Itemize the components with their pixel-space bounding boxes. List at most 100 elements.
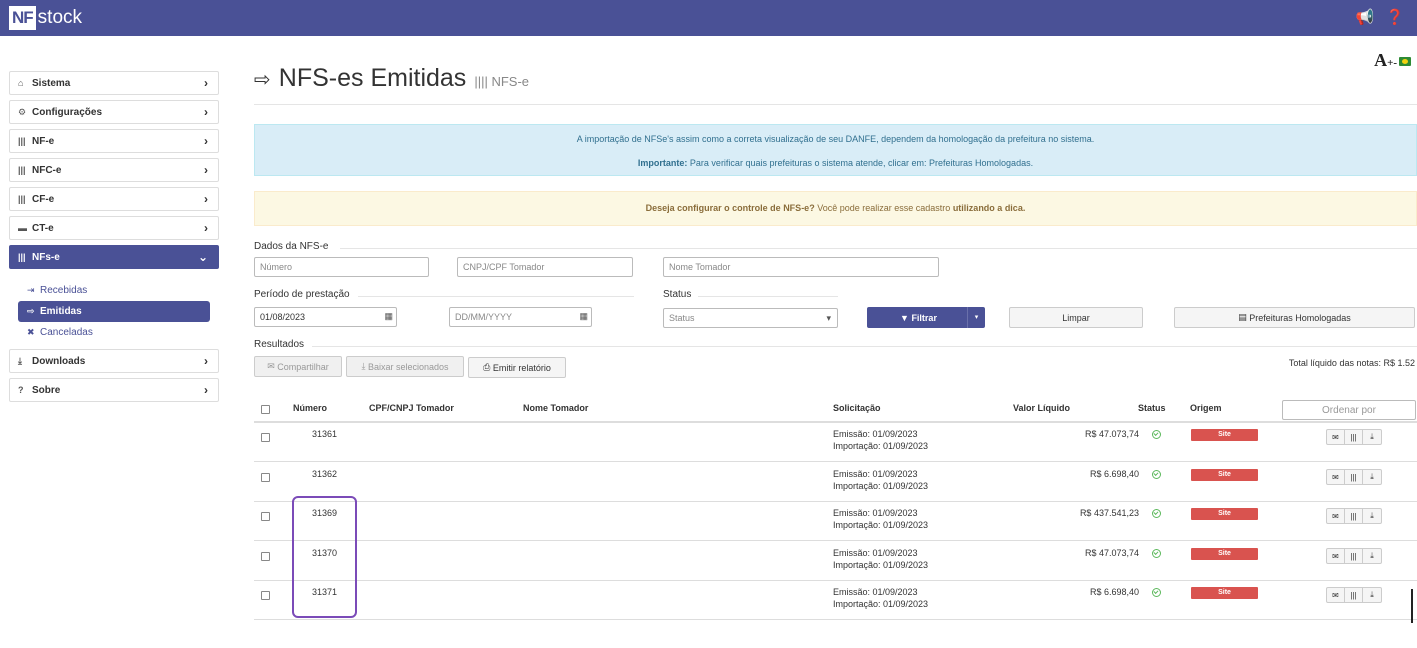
download-icon: ⤓ xyxy=(361,361,366,371)
divider xyxy=(254,104,1417,105)
select-all-checkbox[interactable] xyxy=(261,405,270,414)
barcode-icon[interactable]: ||| xyxy=(1345,509,1363,523)
total-liquido: Total líquido das notas: R$ 1.52 xyxy=(1288,358,1415,368)
calendar-icon[interactable]: ▦ xyxy=(384,311,393,322)
envelope-icon[interactable]: ✉ xyxy=(1327,470,1345,484)
col-cnpj-tomador[interactable]: CPF/CNPJ Tomador xyxy=(369,394,454,422)
col-origem[interactable]: Origem xyxy=(1190,394,1222,422)
submenu-item-canceladas[interactable]: ✖ Canceladas xyxy=(18,322,219,343)
font-size-controls[interactable]: A+- xyxy=(1374,50,1411,71)
date-from-input[interactable]: 01/08/2023 ▦ xyxy=(254,307,397,327)
barcode-icon[interactable]: ||| xyxy=(1345,549,1363,563)
filter-icon: ▼ xyxy=(900,312,909,323)
download-icon[interactable]: ⤓ xyxy=(1363,430,1381,444)
font-size-letter: A xyxy=(1374,50,1388,70)
origem-badge: Site xyxy=(1191,548,1258,560)
sidebar-item-cfe[interactable]: ||| CF-e › xyxy=(9,187,219,211)
col-solicitacao[interactable]: Solicitação xyxy=(833,394,881,422)
status-ok-icon xyxy=(1152,509,1161,518)
submenu-item-emitidas[interactable]: ⇨ Emitidas xyxy=(18,301,210,322)
sidebar-item-label: NF-e xyxy=(32,135,55,147)
row-emissao: Emissão: 01/09/2023 xyxy=(833,508,918,518)
row-numero[interactable]: 31361 xyxy=(312,429,337,439)
status-select-value: Status xyxy=(669,313,695,323)
nfstock-logo[interactable]: NF stock xyxy=(9,6,82,30)
barcode-icon[interactable]: ||| xyxy=(1345,430,1363,444)
origem-badge: Site xyxy=(1191,429,1258,441)
calendar-icon[interactable]: ▦ xyxy=(579,311,588,322)
prefeituras-homologadas-button[interactable]: ▤ Prefeituras Homologadas xyxy=(1174,307,1415,328)
row-checkbox[interactable] xyxy=(261,433,270,442)
font-size-plus-minus[interactable]: +- xyxy=(1387,57,1397,69)
numero-input[interactable]: Número xyxy=(254,257,429,277)
row-importacao: Importação: 01/09/2023 xyxy=(833,599,929,609)
col-numero[interactable]: Número xyxy=(293,394,327,422)
row-actions: ✉ ||| ⤓ xyxy=(1326,469,1382,485)
barcode-icon[interactable]: ||| xyxy=(1345,588,1363,602)
sidebar-item-label: NFs-e xyxy=(32,251,60,263)
sign-out-icon: ⇨ xyxy=(254,69,271,91)
compartilhar-button[interactable]: ✉ Compartilhar xyxy=(254,356,342,377)
barcode-icon[interactable]: ||| xyxy=(1345,470,1363,484)
cnpj-tomador-input[interactable]: CNPJ/CPF Tomador xyxy=(457,257,633,277)
chevron-down-icon: ▾ xyxy=(826,313,831,323)
brazil-flag-icon[interactable] xyxy=(1399,57,1411,67)
origem-badge: Site xyxy=(1191,587,1258,599)
row-importacao: Importação: 01/09/2023 xyxy=(833,481,929,491)
status-select[interactable]: Status ▾ xyxy=(663,308,838,328)
table-row: 31369 Emissão: 01/09/2023 Importação: 01/0… xyxy=(254,501,1417,541)
date-to-input[interactable]: DD/MM/YYYY ▦ xyxy=(449,307,592,327)
sidebar-item-cte[interactable]: ▬ CT-e › xyxy=(9,216,219,240)
row-importacao: Importação: 01/09/2023 xyxy=(833,560,929,570)
sidebar-item-nfce[interactable]: ||| NFC-e › xyxy=(9,158,219,182)
submenu-item-recebidas[interactable]: ⇥ Recebidas xyxy=(18,280,219,301)
envelope-icon[interactable]: ✉ xyxy=(1327,549,1345,563)
sidebar-item-downloads[interactable]: ⤓ Downloads › xyxy=(9,349,219,373)
envelope-icon[interactable]: ✉ xyxy=(1327,430,1345,444)
nome-tomador-input[interactable]: Nome Tomador xyxy=(663,257,939,277)
row-emissao: Emissão: 01/09/2023 xyxy=(833,469,918,479)
limpar-button[interactable]: Limpar xyxy=(1009,307,1143,328)
download-icon[interactable]: ⤓ xyxy=(1363,509,1381,523)
tip-link[interactable]: utilizando a dica. xyxy=(953,203,1026,213)
col-valor-liquido[interactable]: Valor Líquido xyxy=(1013,394,1070,422)
submenu-label: Recebidas xyxy=(40,285,88,296)
sidebar-item-sistema[interactable]: ⌂ Sistema › xyxy=(9,71,219,95)
row-valor: R$ 6.698,40 xyxy=(1089,587,1139,597)
download-icon[interactable]: ⤓ xyxy=(1363,549,1381,563)
col-status[interactable]: Status xyxy=(1138,394,1166,422)
megaphone-icon[interactable]: 📢 xyxy=(1355,8,1375,26)
ordenar-por-select[interactable]: Ordenar por xyxy=(1282,400,1416,420)
chevron-right-icon: › xyxy=(204,105,208,119)
sidebar-item-configuracoes[interactable]: ⚙ Configurações › xyxy=(9,100,219,124)
table-row: 31361 Emissão: 01/09/2023 Importação: 01/0… xyxy=(254,422,1417,462)
sidebar-item-nfse[interactable]: ||| NFs-e ⌄ xyxy=(9,245,219,269)
submenu-label: Emitidas xyxy=(40,306,82,317)
filtrar-dropdown-toggle[interactable]: ▾ xyxy=(967,307,985,328)
row-solicitacao: Emissão: 01/09/2023 Importação: 01/09/202… xyxy=(833,468,928,492)
row-checkbox[interactable] xyxy=(261,552,270,561)
sidebar-item-nfe[interactable]: ||| NF-e › xyxy=(9,129,219,153)
document-icon: ▤ xyxy=(1238,312,1247,322)
row-checkbox[interactable] xyxy=(261,591,270,600)
section-periodo-label: Período de prestação xyxy=(254,289,350,300)
page-title-text: NFS-es Emitidas xyxy=(278,64,467,92)
sidebar: ⌂ Sistema › ⚙ Configurações › ||| NF-e › ||| NF… xyxy=(9,71,219,407)
envelope-icon[interactable]: ✉ xyxy=(1327,509,1345,523)
date-to-placeholder: DD/MM/YYYY xyxy=(455,312,513,322)
row-checkbox[interactable] xyxy=(261,473,270,482)
col-nome-tomador[interactable]: Nome Tomador xyxy=(523,394,588,422)
sidebar-item-label: Downloads xyxy=(32,355,86,367)
baixar-selecionados-button[interactable]: ⤓ Baixar selecionados xyxy=(346,356,464,377)
section-status-label: Status xyxy=(663,289,692,300)
warning-text: Você pode realizar esse cadastro xyxy=(817,203,951,213)
emitir-relatorio-button[interactable]: ⎙ Emitir relatório xyxy=(468,357,566,378)
envelope-icon[interactable]: ✉ xyxy=(1327,588,1345,602)
emitir-label: Emitir relatório xyxy=(492,362,551,373)
row-numero[interactable]: 31362 xyxy=(312,469,337,479)
download-icon[interactable]: ⤓ xyxy=(1363,470,1381,484)
sidebar-item-sobre[interactable]: ? Sobre › xyxy=(9,378,219,402)
row-checkbox[interactable] xyxy=(261,512,270,521)
help-icon[interactable]: ❓ xyxy=(1385,8,1405,26)
download-icon[interactable]: ⤓ xyxy=(1363,588,1381,602)
